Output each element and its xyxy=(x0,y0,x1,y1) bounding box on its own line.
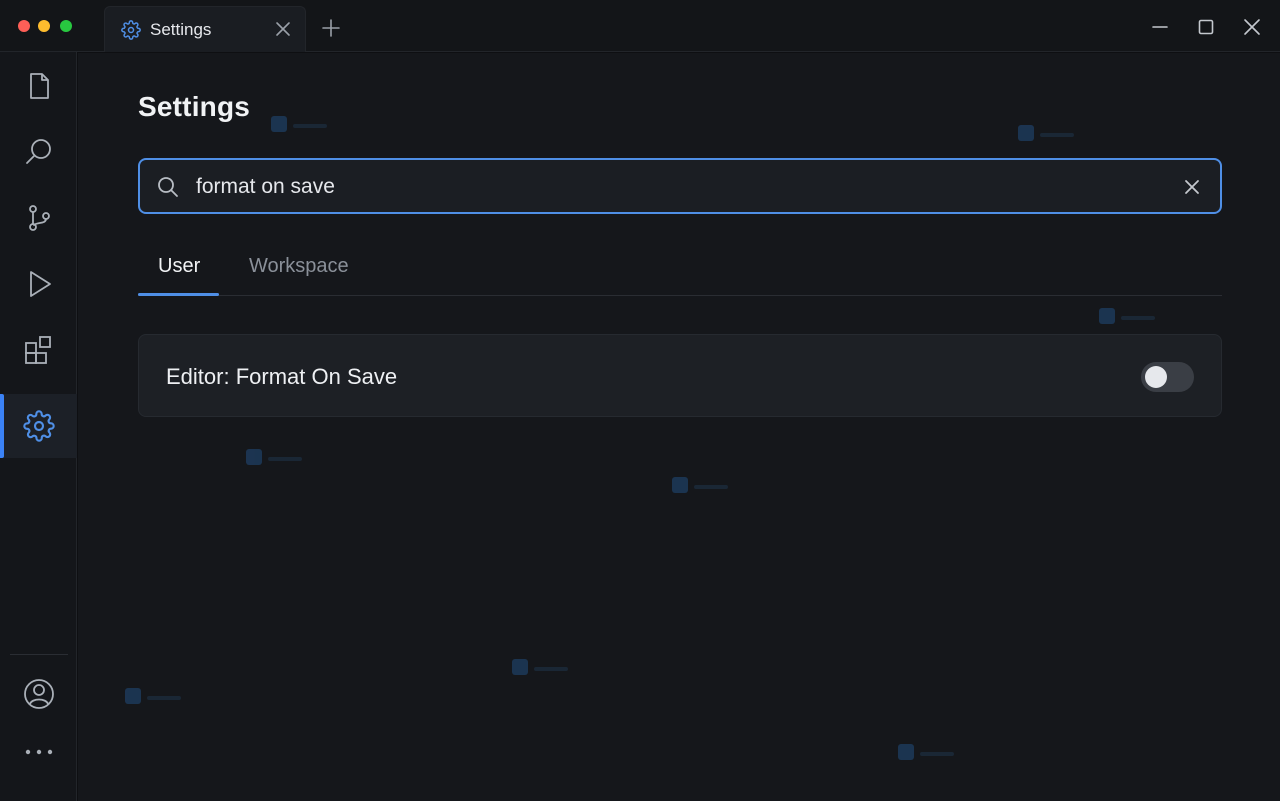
search-icon xyxy=(158,177,178,197)
play-icon xyxy=(29,271,51,297)
watermark-mark xyxy=(1018,125,1074,141)
settings-search-box[interactable] xyxy=(138,158,1222,214)
clear-search-icon[interactable] xyxy=(1182,177,1202,197)
close-tab-icon[interactable] xyxy=(273,19,293,39)
setting-label: Editor: Format On Save xyxy=(166,364,398,389)
source-control-icon xyxy=(28,205,50,231)
activity-divider xyxy=(10,654,68,655)
activity-explorer[interactable] xyxy=(0,54,77,118)
title-bar: Settings xyxy=(0,0,1280,52)
tab-user[interactable]: User xyxy=(158,255,200,278)
watermark-mark xyxy=(672,477,728,493)
activity-account[interactable] xyxy=(0,662,77,726)
zoom-window-dot[interactable] xyxy=(60,20,72,32)
active-tab-indicator xyxy=(138,293,219,296)
activity-more[interactable] xyxy=(0,720,77,784)
toggle-knob xyxy=(1145,366,1167,388)
close-window-icon[interactable] xyxy=(1241,16,1263,38)
activity-run[interactable] xyxy=(0,252,77,316)
minimize-window-dot[interactable] xyxy=(38,20,50,32)
file-icon xyxy=(29,73,49,99)
search-input[interactable] xyxy=(196,174,1156,200)
extensions-icon xyxy=(24,336,51,364)
close-window-dot[interactable] xyxy=(18,20,30,32)
watermark-mark xyxy=(512,659,568,675)
activity-settings[interactable] xyxy=(0,394,77,458)
gear-icon xyxy=(22,410,55,442)
activity-bar xyxy=(0,52,77,801)
account-icon xyxy=(23,679,54,709)
more-icon xyxy=(25,749,52,755)
watermark-mark xyxy=(271,116,327,132)
search-icon xyxy=(25,139,51,164)
activity-extensions[interactable] xyxy=(0,318,77,382)
watermark-mark xyxy=(898,744,954,760)
maximize-icon[interactable] xyxy=(1195,16,1217,38)
activity-search[interactable] xyxy=(0,120,77,184)
format-on-save-toggle[interactable] xyxy=(1141,362,1194,392)
tab-settings[interactable]: Settings xyxy=(104,6,306,52)
activity-source-control[interactable] xyxy=(0,186,77,250)
tab-label: Settings xyxy=(150,20,212,39)
minimize-icon[interactable] xyxy=(1149,16,1171,38)
watermark-mark xyxy=(125,688,181,704)
new-tab-icon[interactable] xyxy=(320,17,342,39)
gear-icon xyxy=(121,20,141,40)
setting-row-format-on-save: Editor: Format On Save xyxy=(138,334,1222,417)
watermark-mark xyxy=(246,449,302,465)
settings-scope-tabs: User Workspace xyxy=(138,243,1222,296)
settings-panel: Settings User Workspace Editor: Format O… xyxy=(78,53,1280,801)
tab-workspace[interactable]: Workspace xyxy=(249,255,349,278)
page-title: Settings xyxy=(138,91,251,122)
watermark-mark xyxy=(1099,308,1155,324)
